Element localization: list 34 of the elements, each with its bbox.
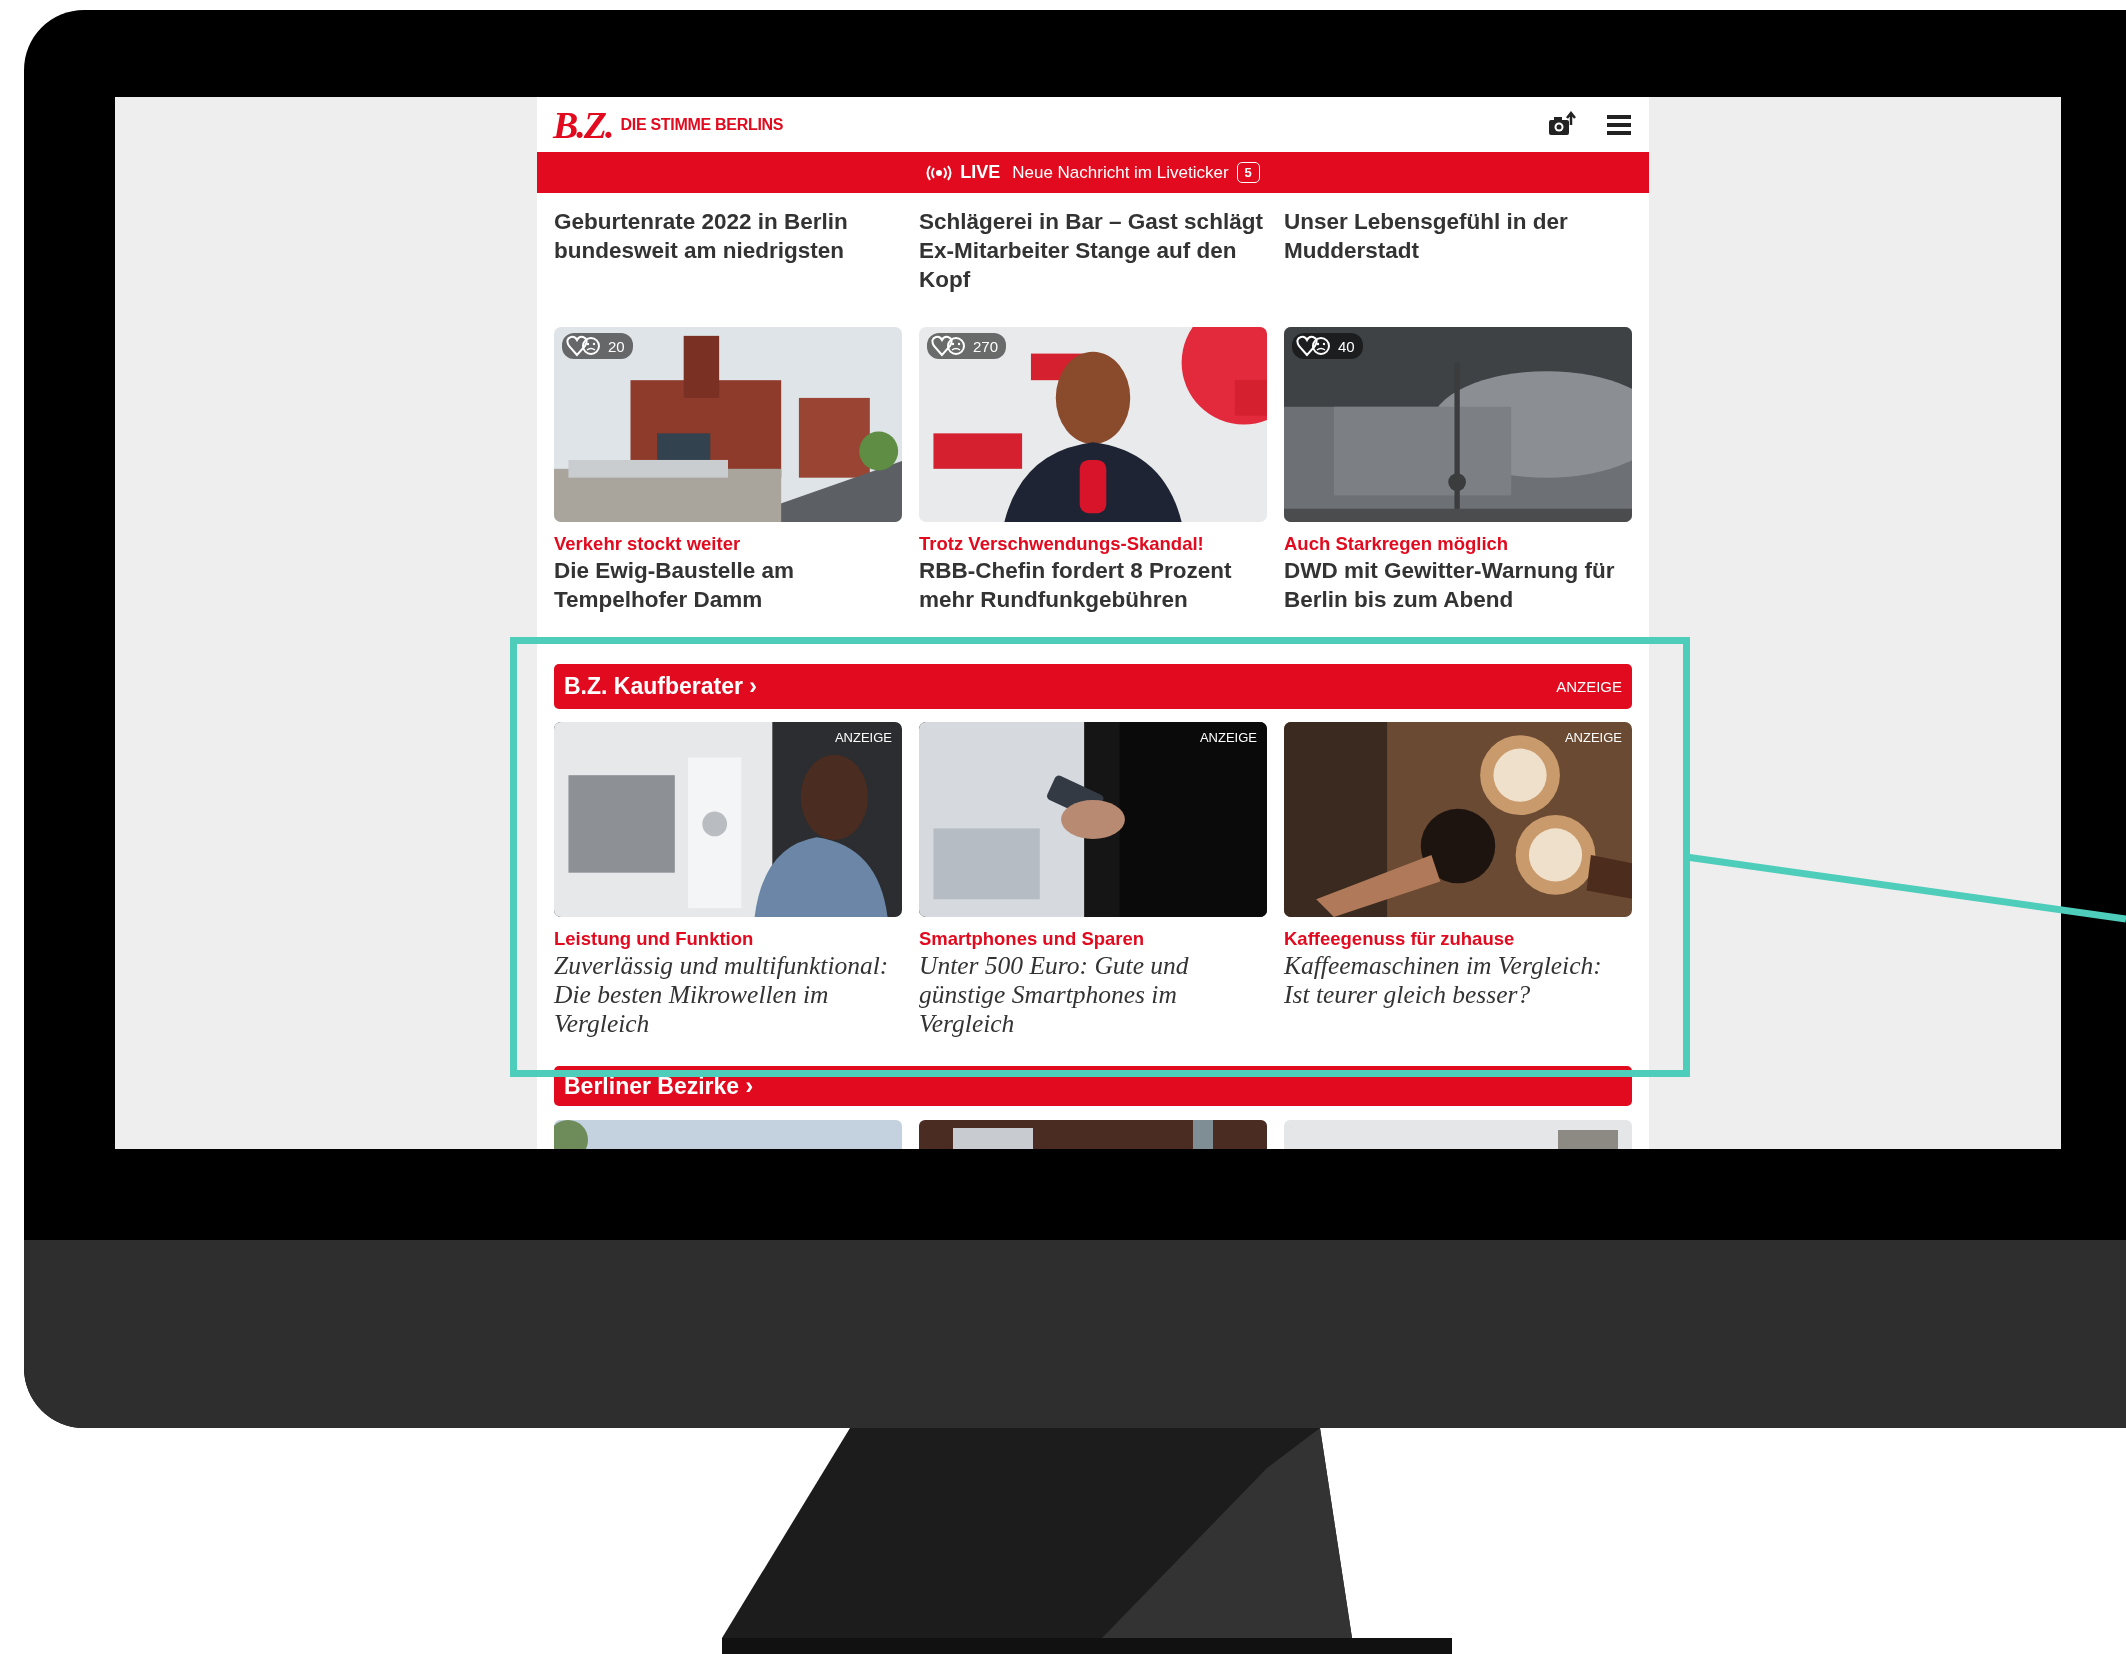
- logo[interactable]: B.Z.: [553, 102, 613, 147]
- section-header[interactable]: B.Z. Kaufberater › ANZEIGE: [554, 664, 1632, 709]
- ad-label: ANZEIGE: [1199, 730, 1257, 745]
- kicker: Kaffeegenuss für zuhause: [1284, 927, 1516, 951]
- live-label: LIVE: [960, 162, 1001, 183]
- kicker: Auch Starkregen möglich: [1284, 532, 1510, 556]
- section-title[interactable]: Berliner Bezirke ›: [564, 1072, 754, 1100]
- count-badge: 5: [1236, 162, 1260, 183]
- kicker: Verkehr stockt weiter: [554, 532, 742, 556]
- headline[interactable]: Schlägerei in Bar – Gast schlägt Ex-Mitarbeiter Stange auf den Kopf: [919, 207, 1267, 309]
- live-ticker-bar[interactable]: LIVE Neue Nachricht im Liveticker 5: [537, 152, 1649, 193]
- live-text: Neue Nachricht im Liveticker: [1012, 162, 1229, 183]
- kicker: Smartphones und Sparen: [919, 927, 1146, 951]
- headline[interactable]: Die Ewig-Baustelle am Tempelhofer Damm: [554, 556, 902, 614]
- broadcast-icon: [926, 164, 953, 181]
- comment-count: 40: [1338, 337, 1355, 355]
- headline[interactable]: Zuverlässig und multifunktional: Die besten Mikrowellen im Vergleich: [554, 951, 902, 1038]
- headline[interactable]: Geburtenrate 2022 in Berlin bundesweit am niedrigsten: [554, 207, 902, 309]
- reaction-icon[interactable]: [1296, 335, 1332, 357]
- headline[interactable]: DWD mit Gewitter-Warnung für Berlin bis zum Abend: [1284, 556, 1632, 614]
- ad-label: ANZEIGE: [1564, 730, 1622, 745]
- kicker: Leistung und Funktion: [554, 927, 755, 951]
- ad-label: ANZEIGE: [834, 730, 892, 745]
- headline[interactable]: RBB-Chefin fordert 8 Prozent mehr Rundfunkgebühren: [919, 556, 1267, 614]
- section-title[interactable]: B.Z. Kaufberater ›: [564, 673, 757, 700]
- ad-label: ANZEIGE: [1556, 678, 1622, 695]
- headline[interactable]: Unter 500 Euro: Gute und günstige Smartphones im Vergleich: [919, 951, 1267, 1038]
- kicker: Trotz Verschwendungs-Skandal!: [919, 532, 1205, 556]
- comment-count: 20: [608, 337, 625, 355]
- headline[interactable]: Kaffeemaschinen im Vergleich: Ist teurer gleich besser?: [1284, 951, 1632, 1009]
- tagline: DIE STIMME BERLINS: [620, 115, 784, 134]
- comment-count: 270: [973, 337, 999, 355]
- headline[interactable]: Unser Lebensgefühl in der Mudderstadt: [1284, 207, 1632, 309]
- menu-icon[interactable]: [1607, 113, 1631, 136]
